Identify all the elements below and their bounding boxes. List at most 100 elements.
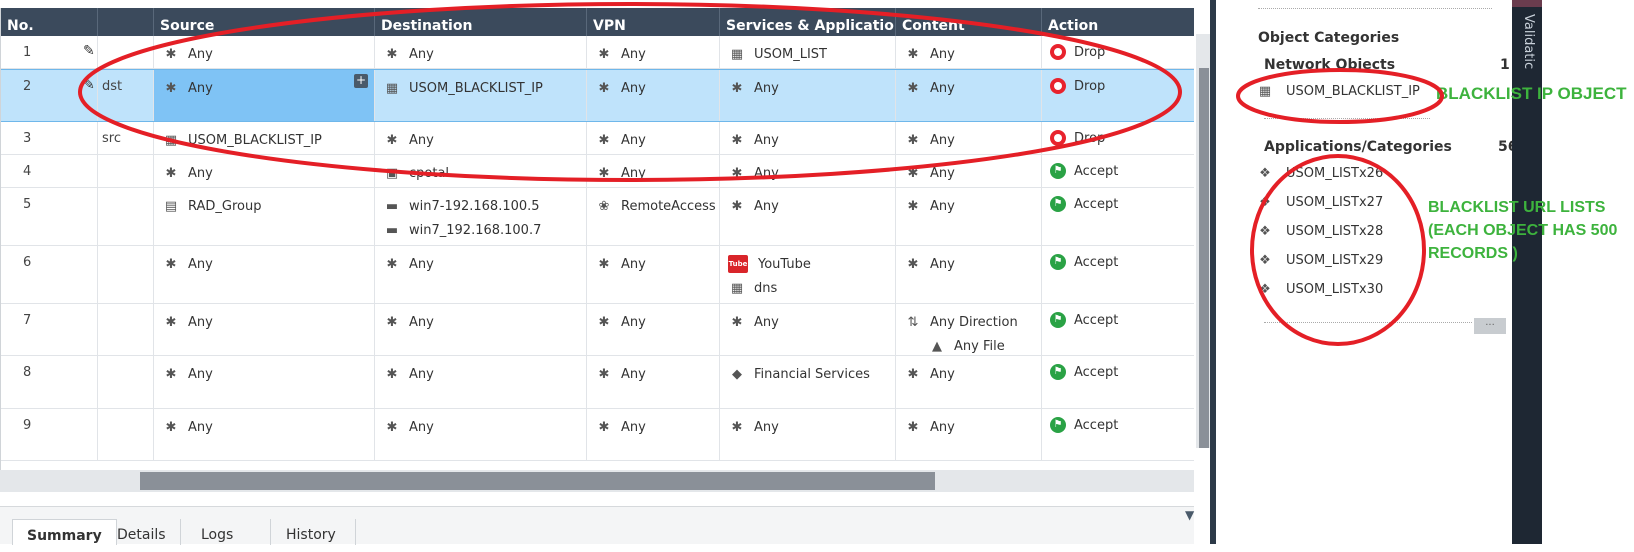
rule-number-cell[interactable]: 4 [1, 155, 97, 187]
add-object-button[interactable]: + [354, 74, 368, 88]
col-header-vpn[interactable]: VPN [586, 8, 719, 36]
cell-vpn[interactable]: ✱ Any [586, 356, 719, 408]
table-row[interactable]: 5 ▤ RAD_Group ▬ win7-192.168.100.5 ▬ win7_192.… [1, 188, 1194, 246]
rule-number-cell[interactable]: 7 [1, 304, 97, 355]
source-value[interactable]: ▤ RAD_Group [162, 197, 374, 215]
cell-destination[interactable]: ▦ USOM_BLACKLIST_IP [374, 70, 586, 121]
cell-action[interactable]: Drop [1041, 36, 1194, 68]
cell-content[interactable]: ⇅ Any Direction ▲ Any File [895, 304, 1041, 355]
content-value[interactable]: ▲ Any File [904, 337, 1041, 355]
vpn-value[interactable]: ✱ Any [595, 79, 719, 97]
horizontal-scroll-thumb[interactable] [140, 472, 935, 490]
destination-value[interactable]: ▬ win7-192.168.100.5 [383, 197, 586, 215]
content-value[interactable]: ✱ Any [904, 79, 1041, 97]
services-value[interactable]: ✱ Any [728, 79, 895, 97]
network-objects-label[interactable]: Network Objects [1264, 57, 1395, 73]
rule-tag-cell[interactable] [97, 246, 153, 303]
cell-destination[interactable]: ▣ cpotal [374, 155, 586, 187]
services-value[interactable]: ✱ Any [728, 164, 895, 182]
source-value[interactable]: ✱ Any [162, 45, 374, 63]
action-value[interactable]: ⚑ Accept [1050, 162, 1194, 180]
services-value[interactable]: ✱ Any [728, 418, 895, 436]
content-value[interactable]: ✱ Any [904, 164, 1041, 182]
cell-action[interactable]: ⚑ Accept [1041, 409, 1194, 460]
action-value[interactable]: Drop [1050, 129, 1194, 147]
cell-source[interactable]: ✱ Any [153, 246, 374, 303]
cell-destination[interactable]: ✱ Any [374, 246, 586, 303]
cell-content[interactable]: ✱ Any [895, 409, 1041, 460]
applications-label[interactable]: Applications/Categories [1264, 139, 1452, 155]
action-value[interactable]: ⚑ Accept [1050, 363, 1194, 381]
source-value[interactable]: ✱ Any [162, 79, 374, 97]
cell-destination[interactable]: ▬ win7-192.168.100.5 ▬ win7_192.168.100.7 [374, 188, 586, 245]
destination-value[interactable]: ▬ win7_192.168.100.7 [383, 221, 586, 239]
content-value[interactable]: ✱ Any [904, 255, 1041, 273]
vpn-value[interactable]: ✱ Any [595, 164, 719, 182]
collapse-panel-icon[interactable]: ▼ [1185, 508, 1194, 522]
cell-content[interactable]: ✱ Any [895, 36, 1041, 68]
application-list-item[interactable]: ❖ USOM_LISTx28 [1256, 224, 1383, 239]
cell-content[interactable]: ✱ Any [895, 70, 1041, 121]
services-value[interactable]: Tube YouTube [728, 255, 895, 273]
source-value[interactable]: ✱ Any [162, 313, 374, 331]
cell-services[interactable]: ◆ Financial Services [719, 356, 895, 408]
show-more-button[interactable]: ... [1474, 318, 1506, 334]
vpn-value[interactable]: ✱ Any [595, 45, 719, 63]
cell-vpn[interactable]: ✱ Any [586, 122, 719, 154]
cell-content[interactable]: ✱ Any [895, 356, 1041, 408]
rule-tag-cell[interactable]: src [97, 122, 153, 154]
destination-value[interactable]: ✱ Any [383, 418, 586, 436]
rule-number-cell[interactable]: 9 [1, 409, 97, 460]
services-value[interactable]: ◆ Financial Services [728, 365, 895, 383]
cell-content[interactable]: ✱ Any [895, 155, 1041, 187]
cell-vpn[interactable]: ✱ Any [586, 70, 719, 121]
application-list-item[interactable]: ❖ USOM_LISTx26 [1256, 166, 1383, 181]
application-list-item[interactable]: ❖ USOM_LISTx29 [1256, 253, 1383, 268]
cell-destination[interactable]: ✱ Any [374, 122, 586, 154]
tab-logs[interactable]: Logs [187, 519, 271, 545]
cell-destination[interactable]: ✱ Any [374, 36, 586, 68]
rule-number-cell[interactable]: 6 [1, 246, 97, 303]
table-row[interactable]: 9 ✱ Any ✱ Any ✱ Any ✱ Any ✱ Any ⚑ Accept [1, 409, 1194, 461]
cell-vpn[interactable]: ✱ Any [586, 36, 719, 68]
col-header-spacer[interactable] [97, 8, 153, 36]
destination-value[interactable]: ✱ Any [383, 131, 586, 149]
destination-value[interactable]: ✱ Any [383, 365, 586, 383]
cell-source[interactable]: ✱ Any [153, 409, 374, 460]
network-object-item[interactable]: ▦ USOM_BLACKLIST_IP [1256, 84, 1420, 99]
cell-source[interactable]: ▦ USOM_BLACKLIST_IP [153, 122, 374, 154]
tab-summary[interactable]: Summary [12, 519, 117, 545]
vpn-value[interactable]: ✱ Any [595, 255, 719, 273]
cell-action[interactable]: ⚑ Accept [1041, 246, 1194, 303]
col-header-destination[interactable]: Destination [374, 8, 586, 36]
table-row[interactable]: 7 ✱ Any ✱ Any ✱ Any ✱ Any ⇅ Any Direction ▲ Any File… [1, 304, 1194, 356]
application-list-item[interactable]: ❖ USOM_LISTx27 [1256, 195, 1383, 210]
rule-number-cell[interactable]: 2 ✎ [1, 70, 97, 121]
vertical-scroll-thumb[interactable] [1199, 68, 1209, 448]
cell-services[interactable]: Tube YouTube ▦ dns [719, 246, 895, 303]
rule-tag-cell[interactable] [97, 304, 153, 355]
cell-services[interactable]: ✱ Any [719, 409, 895, 460]
rule-tag-cell[interactable] [97, 356, 153, 408]
source-value[interactable]: ▦ USOM_BLACKLIST_IP [162, 131, 374, 149]
tab-history[interactable]: History [272, 519, 356, 545]
action-value[interactable]: ⚑ Accept [1050, 253, 1194, 271]
destination-value[interactable]: ▣ cpotal [383, 164, 586, 182]
cell-action[interactable]: ⚑ Accept [1041, 188, 1194, 245]
destination-value[interactable]: ✱ Any [383, 45, 586, 63]
action-value[interactable]: ⚑ Accept [1050, 416, 1194, 434]
services-value[interactable]: ✱ Any [728, 313, 895, 331]
cell-content[interactable]: ✱ Any [895, 246, 1041, 303]
col-header-content[interactable]: Content [895, 8, 1041, 36]
col-header-source[interactable]: Source [153, 8, 374, 36]
cell-services[interactable]: ✱ Any [719, 70, 895, 121]
cell-vpn[interactable]: ❀ RemoteAccess [586, 188, 719, 245]
source-value[interactable]: ✱ Any [162, 255, 374, 273]
vpn-value[interactable]: ✱ Any [595, 418, 719, 436]
cell-destination[interactable]: ✱ Any [374, 304, 586, 355]
vpn-value[interactable]: ✱ Any [595, 365, 719, 383]
vpn-value[interactable]: ❀ RemoteAccess [595, 197, 719, 215]
col-header-no[interactable]: No. [1, 8, 97, 36]
rule-tag-cell[interactable] [97, 155, 153, 187]
action-value[interactable]: Drop [1050, 43, 1194, 61]
